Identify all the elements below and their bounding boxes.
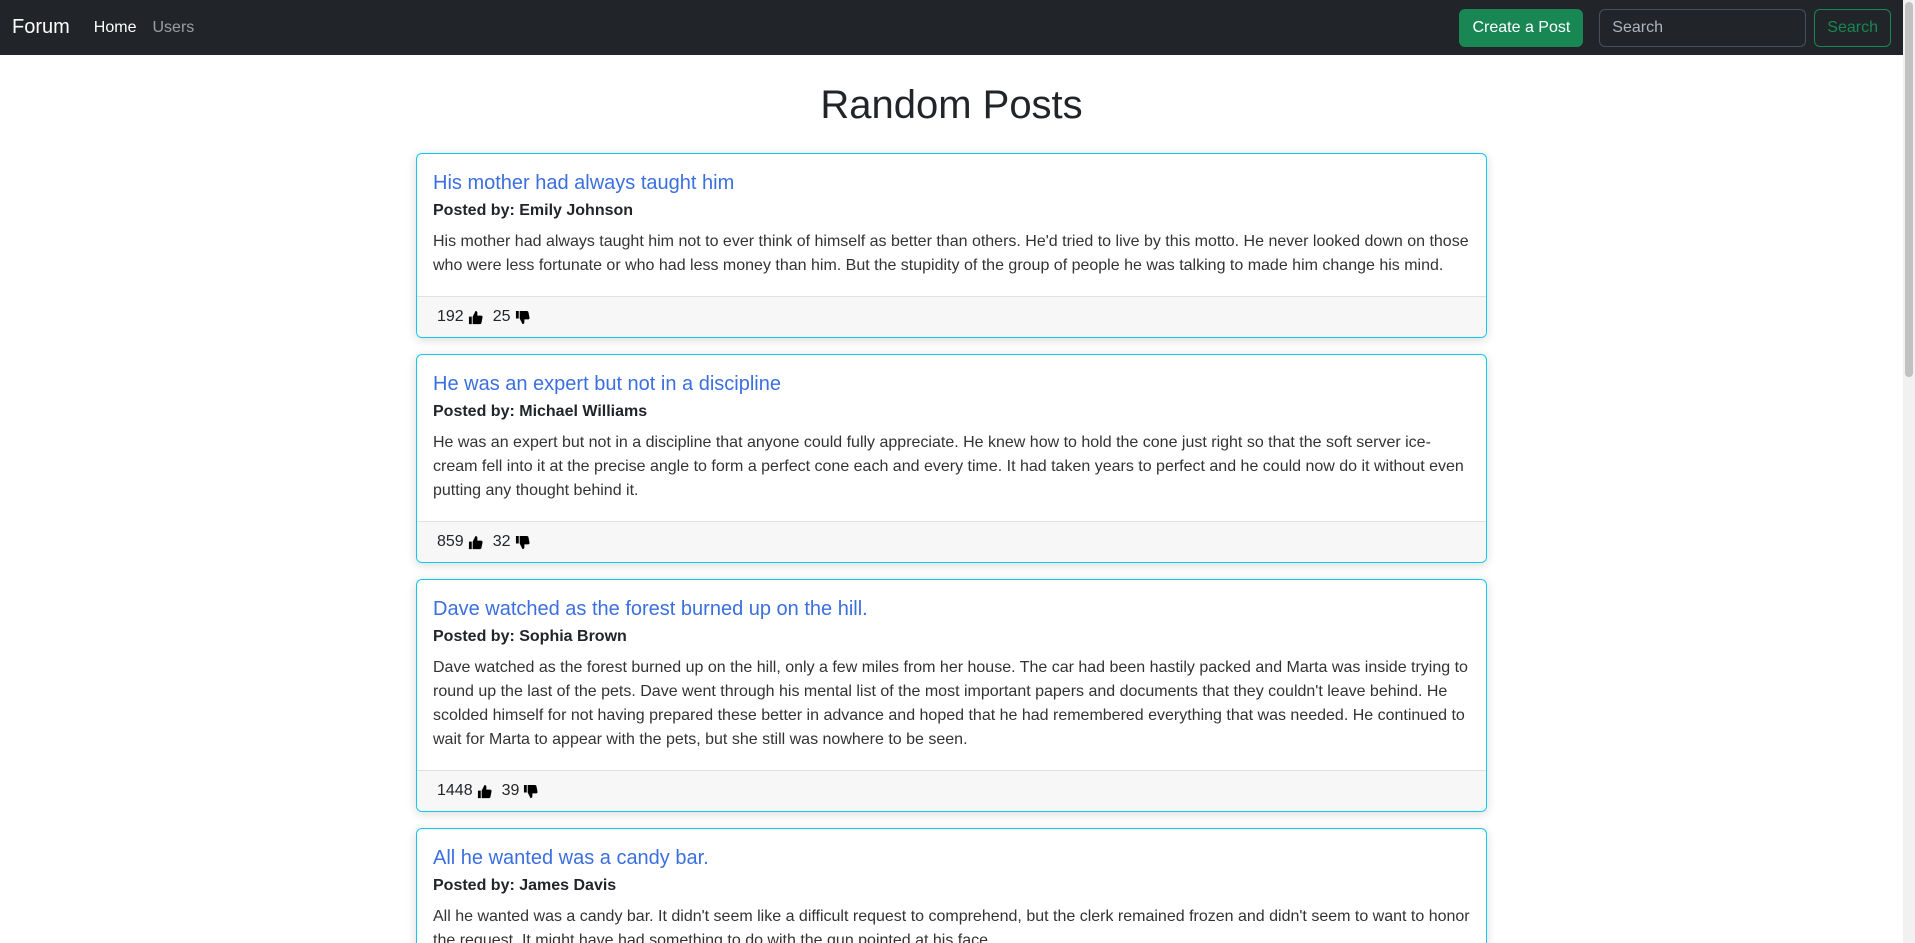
post-body: Dave watched as the forest burned up on … <box>433 659 1468 748</box>
post-card-body: His mother had always taught him Posted … <box>417 154 1486 296</box>
post-card-body: All he wanted was a candy bar. Posted by… <box>417 829 1486 943</box>
like-count: 1448 <box>437 782 473 799</box>
post-author: Posted by: James Davis <box>433 877 617 894</box>
thumbs-down-icon[interactable] <box>523 784 538 799</box>
post-author: Posted by: Sophia Brown <box>433 628 627 645</box>
create-post-button[interactable]: Create a Post <box>1459 8 1584 47</box>
post-list: His mother had always taught him Posted … <box>416 153 1487 943</box>
page-title: Random Posts <box>820 83 1083 127</box>
page-scrollbar[interactable] <box>1903 0 1915 943</box>
post-card: His mother had always taught him Posted … <box>416 153 1487 338</box>
post-title-link[interactable]: Dave watched as the forest burned up on … <box>433 596 1470 622</box>
top-navbar: Forum Home Users Create a Post Search <box>0 0 1903 55</box>
post-card: Dave watched as the forest burned up on … <box>416 579 1487 812</box>
post-card-footer: 1448 39 <box>417 770 1486 811</box>
post-card-footer: 192 25 <box>417 296 1486 337</box>
nav-link-home[interactable]: Home <box>94 19 137 37</box>
search-input[interactable] <box>1599 8 1807 47</box>
post-title-link[interactable]: He was an expert but not in a discipline <box>433 371 1470 397</box>
post-author: Posted by: Michael Williams <box>433 403 648 420</box>
post-card: All he wanted was a candy bar. Posted by… <box>416 828 1487 943</box>
post-card: He was an expert but not in a discipline… <box>416 354 1487 563</box>
post-body: His mother had always taught him not to … <box>433 233 1469 274</box>
thumbs-up-icon[interactable] <box>468 310 483 325</box>
thumbs-down-icon[interactable] <box>515 535 530 550</box>
search-button[interactable]: Search <box>1814 8 1891 47</box>
main-content: Random Posts His mother had always taugh… <box>0 55 1903 943</box>
post-body: All he wanted was a candy bar. It didn't… <box>433 908 1470 943</box>
thumbs-up-icon[interactable] <box>477 784 492 799</box>
like-count: 192 <box>437 308 464 325</box>
nav-link-users[interactable]: Users <box>152 19 194 37</box>
dislike-count: 25 <box>492 308 511 325</box>
scrollbar-thumb[interactable] <box>1905 2 1913 377</box>
brand-link[interactable]: Forum <box>12 16 70 39</box>
thumbs-down-icon[interactable] <box>515 310 530 325</box>
post-card-body: Dave watched as the forest burned up on … <box>417 580 1486 770</box>
dislike-count: 32 <box>492 533 511 550</box>
post-body: He was an expert but not in a discipline… <box>433 434 1464 499</box>
post-title-link[interactable]: All he wanted was a candy bar. <box>433 845 1470 871</box>
dislike-count: 39 <box>501 782 520 799</box>
post-card-body: He was an expert but not in a discipline… <box>417 355 1486 521</box>
navbar-actions: Create a Post Search <box>1459 8 1891 47</box>
post-card-footer: 859 32 <box>417 521 1486 562</box>
post-title-link[interactable]: His mother had always taught him <box>433 170 1470 196</box>
like-count: 859 <box>437 533 464 550</box>
post-author: Posted by: Emily Johnson <box>433 202 634 219</box>
thumbs-up-icon[interactable] <box>468 535 483 550</box>
